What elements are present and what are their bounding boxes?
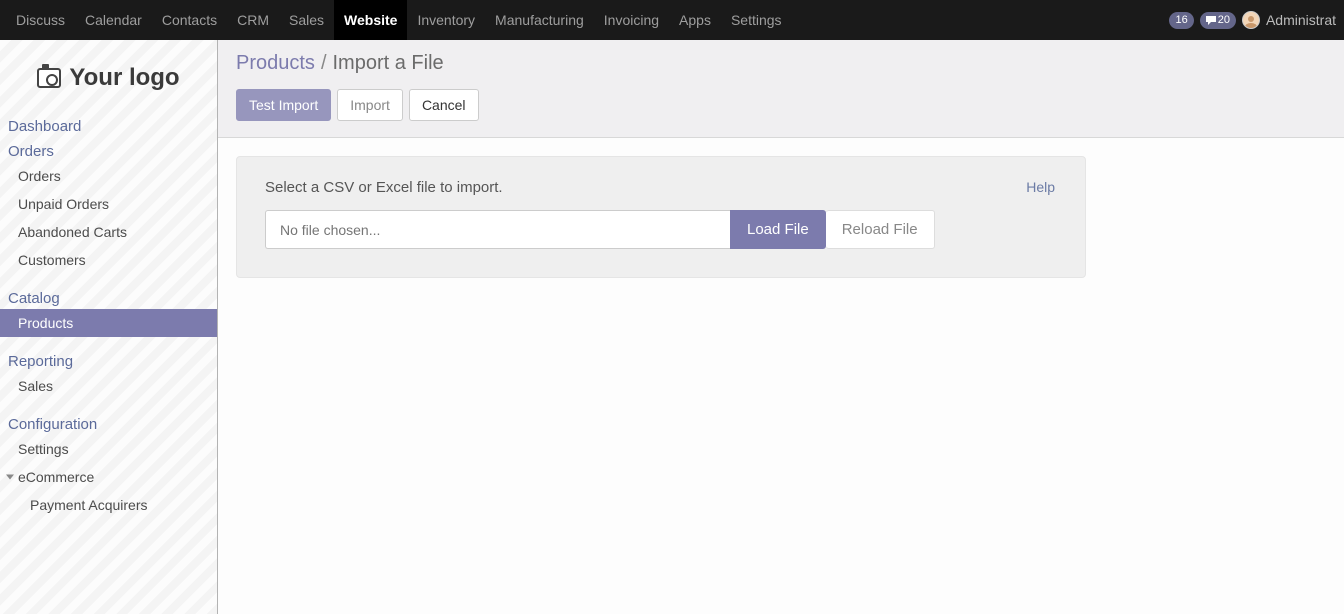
cancel-button[interactable]: Cancel xyxy=(409,89,479,121)
nav-website[interactable]: Website xyxy=(334,0,407,40)
reload-file-button[interactable]: Reload File xyxy=(826,210,935,249)
sidebar-configuration-header[interactable]: Configuration xyxy=(0,410,217,435)
nav-apps[interactable]: Apps xyxy=(669,0,721,40)
breadcrumb: Products / Import a File xyxy=(236,52,1326,75)
nav-calendar[interactable]: Calendar xyxy=(75,0,152,40)
logo[interactable]: Your logo xyxy=(0,40,217,112)
sidebar-item-unpaid-orders[interactable]: Unpaid Orders xyxy=(0,190,217,218)
logo-text: Your logo xyxy=(69,64,179,92)
sidebar-reporting-header[interactable]: Reporting xyxy=(0,347,217,372)
sidebar-orders-header[interactable]: Orders xyxy=(0,137,217,162)
nav-inventory[interactable]: Inventory xyxy=(407,0,485,40)
sidebar-item-sales[interactable]: Sales xyxy=(0,372,217,400)
control-buttons: Test Import Import Cancel xyxy=(236,89,1326,121)
sidebar: Your logo Dashboard Orders Orders Unpaid… xyxy=(0,40,218,614)
sidebar-item-abandoned-carts[interactable]: Abandoned Carts xyxy=(0,218,217,246)
breadcrumb-products[interactable]: Products xyxy=(236,52,315,75)
sidebar-item-customers[interactable]: Customers xyxy=(0,246,217,274)
messages-badge[interactable]: 20 xyxy=(1200,12,1236,29)
nav-settings[interactable]: Settings xyxy=(721,0,792,40)
file-row: Load File Reload File xyxy=(265,210,1057,249)
sidebar-item-products[interactable]: Products xyxy=(0,309,217,337)
nav-sales[interactable]: Sales xyxy=(279,0,334,40)
sidebar-item-orders[interactable]: Orders xyxy=(0,162,217,190)
breadcrumb-current: Import a File xyxy=(333,52,444,75)
main-content: Products / Import a File Test Import Imp… xyxy=(218,40,1344,614)
sidebar-item-payment-acquirers[interactable]: Payment Acquirers xyxy=(0,491,217,519)
user-menu[interactable]: Administrat xyxy=(1266,12,1336,28)
sidebar-item-ecommerce[interactable]: eCommerce xyxy=(0,463,217,491)
chat-badge[interactable]: 16 xyxy=(1169,12,1193,29)
nav-crm[interactable]: CRM xyxy=(227,0,279,40)
navbar-right: 16 20 Administrat xyxy=(1169,11,1338,29)
top-navbar: Discuss Calendar Contacts CRM Sales Webs… xyxy=(0,0,1344,40)
comment-icon xyxy=(1206,16,1216,25)
sidebar-dashboard[interactable]: Dashboard xyxy=(0,112,217,137)
chevron-down-icon xyxy=(6,475,14,480)
sidebar-item-settings[interactable]: Settings xyxy=(0,435,217,463)
nav-discuss[interactable]: Discuss xyxy=(6,0,75,40)
load-file-button[interactable]: Load File xyxy=(730,210,826,249)
messages-count: 20 xyxy=(1218,15,1230,26)
control-panel: Products / Import a File Test Import Imp… xyxy=(218,40,1344,138)
nav-manufacturing[interactable]: Manufacturing xyxy=(485,0,594,40)
import-panel: Select a CSV or Excel file to import. He… xyxy=(236,156,1086,278)
file-input[interactable] xyxy=(265,210,730,249)
nav-contacts[interactable]: Contacts xyxy=(152,0,227,40)
test-import-button[interactable]: Test Import xyxy=(236,89,331,121)
camera-icon xyxy=(37,68,61,88)
import-instruction: Select a CSV or Excel file to import. xyxy=(265,179,1057,196)
navbar-left: Discuss Calendar Contacts CRM Sales Webs… xyxy=(6,0,792,40)
avatar[interactable] xyxy=(1242,11,1260,29)
breadcrumb-separator: / xyxy=(321,52,327,75)
help-link[interactable]: Help xyxy=(1026,179,1055,195)
sidebar-item-label: eCommerce xyxy=(18,469,94,485)
nav-invoicing[interactable]: Invoicing xyxy=(594,0,669,40)
sidebar-catalog-header[interactable]: Catalog xyxy=(0,284,217,309)
import-button[interactable]: Import xyxy=(337,89,403,121)
